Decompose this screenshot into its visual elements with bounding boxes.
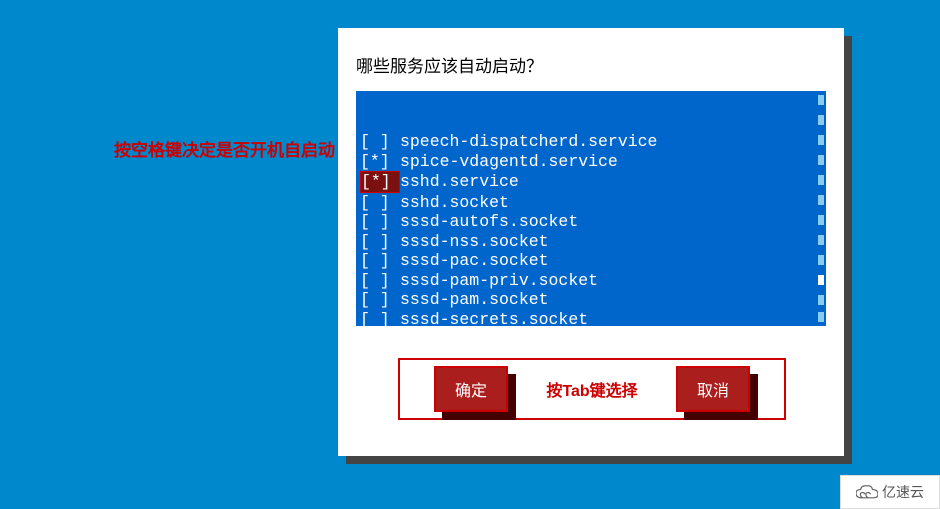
service-checkbox[interactable]: [ ] [360, 232, 400, 252]
service-checkbox[interactable]: [ ] [360, 251, 400, 271]
scroll-tick [818, 115, 824, 125]
service-checkbox[interactable]: [ ] [360, 310, 400, 327]
services-list[interactable]: [ ] speech-dispatcherd.service[*] spice-… [356, 91, 826, 326]
scroll-thumb[interactable] [818, 275, 824, 285]
annotation-space-hint: 按空格键决定是否开机自启动 [114, 136, 335, 161]
service-row[interactable]: [ ] sssd-autofs.socket [360, 212, 822, 232]
cloud-icon [856, 485, 878, 499]
service-checkbox[interactable]: [ ] [360, 193, 400, 213]
dialog-title: 哪些服务应该自动启动？ [356, 52, 826, 77]
service-row[interactable]: [ ] speech-dispatcherd.service [360, 132, 822, 152]
scroll-tick [818, 175, 824, 185]
watermark-text: 亿速云 [882, 482, 924, 502]
scrollbar[interactable] [816, 93, 824, 324]
service-checkbox[interactable]: [*] [360, 152, 400, 172]
service-name: sssd-pam.socket [400, 290, 549, 310]
cancel-button-wrap: 取消 [676, 366, 750, 412]
button-row-annotation: 确定 按Tab键选择 取消 [398, 358, 786, 420]
service-row[interactable]: [*] spice-vdagentd.service [360, 152, 822, 172]
service-checkbox[interactable]: [ ] [360, 290, 400, 310]
ok-button-wrap: 确定 [434, 366, 508, 412]
service-name: sssd-nss.socket [400, 232, 549, 252]
scroll-tick [818, 155, 824, 165]
service-name: sshd.socket [400, 193, 509, 213]
scroll-tick [818, 135, 824, 145]
scroll-tick [818, 295, 824, 305]
service-name: sssd-secrets.socket [400, 310, 588, 327]
service-row[interactable]: [ ] sssd-nss.socket [360, 232, 822, 252]
scroll-up-arrow[interactable] [818, 95, 824, 105]
service-name: sssd-autofs.socket [400, 212, 578, 232]
service-name: spice-vdagentd.service [400, 152, 618, 172]
annotation-tab-hint: 按Tab键选择 [546, 377, 637, 401]
service-checkbox[interactable]: [ ] [360, 212, 400, 232]
scroll-tick [818, 255, 824, 265]
service-row[interactable]: [*] sshd.service [360, 171, 822, 193]
service-row[interactable]: [ ] sssd-pac.socket [360, 251, 822, 271]
service-row[interactable]: [ ] sssd-pam-priv.socket [360, 271, 822, 291]
scroll-tick [818, 195, 824, 205]
service-name: sssd-pac.socket [400, 251, 549, 271]
cancel-button-label: 取消 [697, 377, 729, 401]
service-checkbox[interactable]: [*] [360, 171, 400, 193]
scroll-tick [818, 235, 824, 245]
service-name: sssd-pam-priv.socket [400, 271, 598, 291]
scroll-tick [818, 215, 824, 225]
scroll-down-arrow[interactable] [818, 312, 824, 322]
service-row[interactable]: [ ] sshd.socket [360, 193, 822, 213]
service-name: speech-dispatcherd.service [400, 132, 657, 152]
service-checkbox[interactable]: [ ] [360, 271, 400, 291]
service-row[interactable]: [ ] sssd-pam.socket [360, 290, 822, 310]
service-row[interactable]: [ ] sssd-secrets.socket [360, 310, 822, 327]
cancel-button[interactable]: 取消 [676, 366, 750, 412]
ok-button[interactable]: 确定 [434, 366, 508, 412]
service-name: sshd.service [400, 172, 519, 192]
service-checkbox[interactable]: [ ] [360, 132, 400, 152]
watermark: 亿速云 [840, 475, 940, 509]
ok-button-label: 确定 [455, 377, 487, 401]
